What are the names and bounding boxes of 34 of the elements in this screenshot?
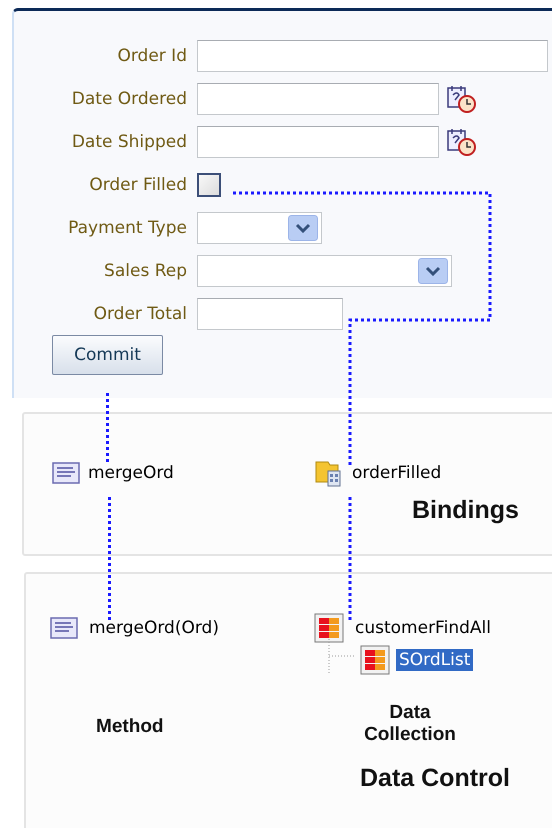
text-field[interactable] [197,298,343,330]
dropdown[interactable] [197,255,452,287]
column-caption: Method [96,716,164,738]
tree-node-label[interactable]: mergeOrd(Ord) [86,617,222,639]
field-label: Payment Type [67,218,187,238]
section-title: Bindings [412,496,520,525]
commit-button[interactable]: Commit [52,335,163,375]
dropdown[interactable] [197,212,322,244]
tree-node-label[interactable]: customerFindAll [352,617,494,639]
section-title: Data Control [360,764,511,793]
field-label: Sales Rep [103,261,187,281]
connector-line [106,393,109,465]
calendar-clock-icon[interactable] [445,127,479,157]
table-icon [314,613,344,643]
binding-label[interactable]: orderFilled [352,463,442,483]
chevron-down-icon [418,258,448,284]
field-label: Date Shipped [70,132,187,152]
calendar-clock-icon[interactable] [445,84,479,114]
checkbox[interactable] [197,173,221,197]
tree-node-label[interactable]: SOrdList [396,649,474,671]
text-field[interactable] [197,40,548,72]
date-field[interactable] [197,126,439,158]
column-caption: Data Collection [363,702,457,746]
field-label: Date Ordered [70,89,187,109]
chevron-down-icon [288,215,318,241]
binding-label[interactable]: mergeOrd [88,463,174,483]
field-label: Order Id [116,46,187,66]
table-icon [360,645,390,675]
method-icon [50,617,78,639]
tree-line [328,639,354,675]
method-icon [52,462,80,484]
field-label: Order Total [92,304,187,324]
date-field[interactable] [197,83,439,115]
field-label: Order Filled [88,175,187,195]
